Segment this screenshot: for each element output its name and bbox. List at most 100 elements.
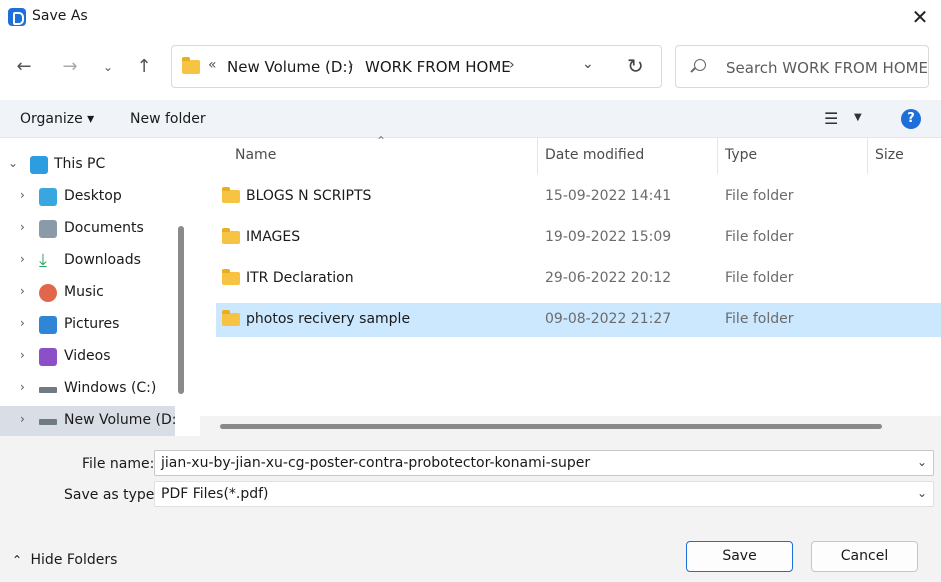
pictures-icon — [39, 316, 57, 334]
file-type: File folder — [725, 229, 794, 245]
horizontal-scrollbar[interactable] — [220, 424, 882, 429]
organize-menu-button[interactable]: Organize ▾ — [20, 111, 94, 127]
filename-field[interactable]: jian-xu-by-jian-xu-cg-poster-contra-prob… — [154, 450, 934, 476]
address-dropdown-icon[interactable]: ⌄ — [582, 56, 594, 72]
table-row[interactable]: BLOGS N SCRIPTS 15-09-2022 14:41 File fo… — [216, 180, 941, 214]
address-bar[interactable]: « New Volume (D:) › WORK FROM HOME › ⌄ ↻ — [171, 45, 662, 88]
search-input[interactable]: Search WORK FROM HOME — [675, 45, 929, 88]
new-folder-button[interactable]: New folder — [130, 111, 206, 127]
file-name: IMAGES — [246, 229, 301, 245]
file-name: BLOGS N SCRIPTS — [246, 188, 372, 204]
breadcrumb-new-volume[interactable]: New Volume (D:) — [227, 58, 353, 76]
help-icon[interactable]: ? — [901, 109, 921, 129]
column-divider[interactable] — [537, 138, 538, 174]
expand-right-chevron-icon[interactable]: › — [20, 412, 25, 426]
navigation-scrollbar[interactable] — [178, 226, 184, 394]
hide-folders-label: Hide Folders — [30, 552, 118, 568]
table-row[interactable]: photos recivery sample 09-08-2022 21:27 … — [216, 303, 941, 337]
up-arrow-icon[interactable]: ↑ — [131, 54, 157, 80]
title-bar: Save As ✕ — [0, 0, 941, 34]
sidebar-item-windows-c[interactable]: › Windows (C:) — [0, 374, 175, 404]
hide-folders-button[interactable]: ⌃ Hide Folders — [12, 552, 117, 568]
expand-right-chevron-icon[interactable]: › — [20, 188, 25, 202]
desktop-icon — [39, 188, 57, 206]
music-icon — [39, 284, 57, 302]
app-icon — [8, 8, 26, 26]
breadcrumb-separator-icon[interactable]: › — [348, 57, 354, 73]
expand-right-chevron-icon[interactable]: › — [20, 252, 25, 266]
expand-right-chevron-icon[interactable]: › — [20, 380, 25, 394]
file-name: ITR Declaration — [246, 270, 354, 286]
sidebar-item-new-volume-d[interactable]: › New Volume (D: — [0, 406, 177, 436]
filename-label: File name: — [82, 456, 155, 472]
column-header-date[interactable]: Date modified — [545, 147, 644, 163]
sidebar-item-label: Videos — [64, 348, 111, 364]
search-placeholder: Search WORK FROM HOME — [726, 59, 929, 77]
table-row[interactable]: ITR Declaration 29-06-2022 20:12 File fo… — [216, 262, 941, 296]
file-list: ⌃ Name Date modified Type Size BLOGS N S… — [196, 134, 941, 436]
videos-icon — [39, 348, 57, 366]
sidebar-item-label: New Volume (D: — [64, 412, 177, 428]
sidebar-item-videos[interactable]: › Videos — [0, 342, 175, 372]
sidebar-item-this-pc[interactable]: ⌄ This PC — [0, 150, 175, 180]
sidebar-item-documents[interactable]: › Documents — [0, 214, 175, 244]
drive-c-icon — [39, 387, 57, 393]
column-divider[interactable] — [867, 138, 868, 174]
view-list-icon[interactable]: ☰ — [824, 109, 838, 128]
forward-arrow-icon[interactable]: → — [57, 54, 83, 80]
column-header-size[interactable]: Size — [875, 147, 904, 163]
column-header-name[interactable]: Name — [235, 147, 276, 163]
sort-ascending-icon: ⌃ — [376, 134, 387, 148]
breadcrumb-separator-icon[interactable]: › — [509, 57, 515, 73]
close-icon[interactable]: ✕ — [906, 4, 934, 30]
expand-right-chevron-icon[interactable]: › — [20, 284, 25, 298]
file-date: 29-06-2022 20:12 — [545, 270, 672, 286]
cancel-button[interactable]: Cancel — [811, 541, 918, 572]
address-overflow-icon[interactable]: « — [208, 57, 217, 73]
refresh-icon[interactable]: ↻ — [627, 54, 644, 78]
breadcrumb-work-from-home[interactable]: WORK FROM HOME — [365, 58, 511, 76]
file-date: 19-09-2022 15:09 — [545, 229, 672, 245]
chevron-down-icon[interactable]: ⌄ — [917, 486, 927, 500]
sidebar-item-label: Downloads — [64, 252, 141, 268]
search-icon — [694, 59, 706, 71]
drive-d-icon — [39, 419, 57, 425]
folder-icon — [222, 310, 240, 326]
sidebar-item-music[interactable]: › Music — [0, 278, 175, 308]
sidebar-item-pictures[interactable]: › Pictures — [0, 310, 175, 340]
chevron-down-icon[interactable]: ⌄ — [917, 455, 927, 469]
expand-right-chevron-icon[interactable]: › — [20, 220, 25, 234]
recent-locations-chevron-icon[interactable]: ⌄ — [95, 54, 121, 80]
expand-right-chevron-icon[interactable]: › — [20, 316, 25, 330]
expand-down-chevron-icon[interactable]: ⌄ — [8, 156, 18, 170]
file-name: photos recivery sample — [246, 311, 411, 327]
sidebar-item-label: Desktop — [64, 188, 122, 204]
chevron-up-icon: ⌃ — [12, 553, 23, 567]
sidebar-item-desktop[interactable]: › Desktop — [0, 182, 175, 212]
window-title: Save As — [32, 8, 88, 24]
savetype-value: PDF Files(*.pdf) — [161, 486, 269, 502]
navigation-pane: ⌄ This PC › Desktop › Documents › ⤓ Down… — [0, 138, 191, 436]
table-row[interactable]: IMAGES 19-09-2022 15:09 File folder — [216, 221, 941, 255]
sidebar-item-label: Windows (C:) — [64, 380, 157, 396]
file-date: 15-09-2022 14:41 — [545, 188, 672, 204]
back-arrow-icon[interactable]: ← — [11, 54, 37, 80]
pc-icon — [30, 156, 48, 174]
view-dropdown-icon[interactable]: ▼ — [854, 112, 862, 123]
file-date: 09-08-2022 21:27 — [545, 311, 672, 327]
savetype-label: Save as type: — [64, 487, 160, 503]
expand-right-chevron-icon[interactable]: › — [20, 348, 25, 362]
folder-icon — [222, 228, 240, 244]
column-header-type[interactable]: Type — [725, 147, 757, 163]
savetype-select[interactable]: PDF Files(*.pdf) ⌄ — [154, 481, 934, 507]
column-divider[interactable] — [717, 138, 718, 174]
file-type: File folder — [725, 188, 794, 204]
command-bar: Organize ▾ New folder ☰ ▼ ? — [0, 100, 941, 138]
sidebar-item-downloads[interactable]: › ⤓ Downloads — [0, 246, 175, 276]
sidebar-item-label: Music — [64, 284, 104, 300]
file-type: File folder — [725, 311, 794, 327]
sidebar-item-label: Documents — [64, 220, 144, 236]
folder-icon — [182, 57, 200, 74]
save-button[interactable]: Save — [686, 541, 793, 572]
downloads-icon: ⤓ — [39, 250, 47, 271]
